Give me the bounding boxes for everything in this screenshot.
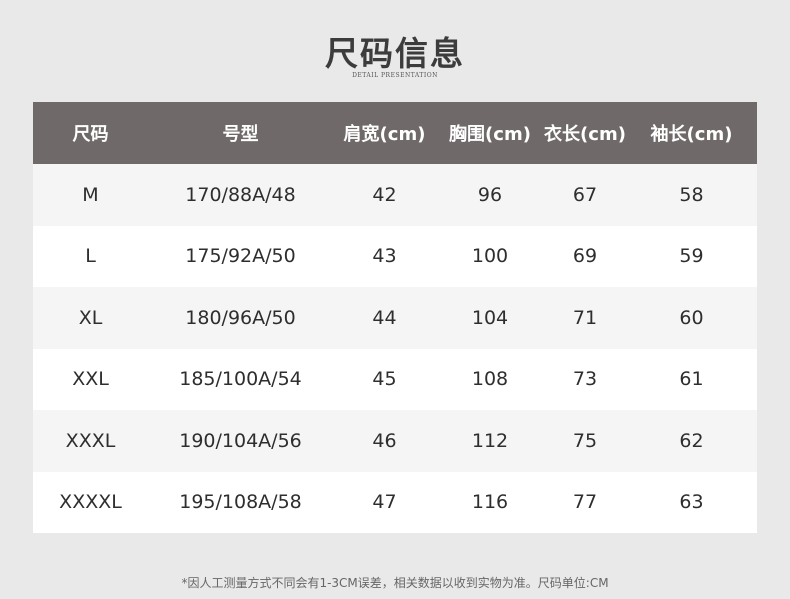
- size-table: 尺码 号型 肩宽(cm) 胸围(cm) 衣长(cm) 袖长(cm) M 170/…: [33, 102, 757, 533]
- cell-model: 185/100A/54: [179, 368, 302, 391]
- cell-model: 175/92A/50: [185, 245, 296, 268]
- cell-length: 77: [572, 491, 598, 514]
- cell-sleeve: 59: [679, 245, 704, 268]
- cell-chest: 104: [471, 306, 509, 329]
- cell-size: XXL: [72, 368, 109, 391]
- cell-shoulder: 44: [372, 306, 397, 329]
- cell-model: 195/108A/58: [179, 491, 302, 514]
- cell-shoulder: 46: [372, 429, 397, 452]
- cell-sleeve: 63: [679, 491, 704, 514]
- cell-length: 71: [572, 306, 598, 329]
- header-sleeve: 袖长(cm): [650, 124, 733, 145]
- table-row: M 170/88A/48 42 96 67 58: [33, 164, 757, 226]
- cell-chest: 116: [471, 491, 509, 514]
- cell-shoulder: 42: [372, 183, 397, 206]
- cell-shoulder: 47: [372, 491, 397, 514]
- cell-length: 73: [572, 368, 598, 391]
- table-row: XXL 185/100A/54 45 108 73 61: [33, 348, 757, 410]
- page-subtitle: DETAIL PRESENTATION: [352, 72, 438, 79]
- cell-chest: 112: [471, 429, 509, 452]
- measurement-note: *因人工测量方式不同会有1-3CM误差，相关数据以收到实物为准。尺码单位:CM: [181, 576, 609, 590]
- cell-chest: 100: [471, 245, 509, 268]
- cell-chest: 96: [477, 183, 503, 206]
- header-model: 号型: [222, 124, 259, 145]
- cell-size: M: [82, 183, 99, 206]
- size-chart-page: 尺码信息 DETAIL PRESENTATION 尺码 号型 肩宽(cm) 胸围…: [0, 0, 790, 599]
- cell-model: 170/88A/48: [185, 183, 296, 206]
- header-chest: 胸围(cm): [449, 124, 531, 145]
- cell-model: 180/96A/50: [185, 306, 296, 329]
- cell-size: XL: [78, 306, 103, 329]
- cell-chest: 108: [471, 368, 509, 391]
- cell-sleeve: 60: [679, 306, 704, 329]
- cell-shoulder: 45: [372, 368, 397, 391]
- cell-length: 67: [572, 183, 598, 206]
- header-length: 衣长(cm): [544, 124, 626, 145]
- cell-shoulder: 43: [372, 245, 397, 268]
- cell-sleeve: 62: [679, 429, 704, 452]
- cell-size: L: [85, 245, 96, 268]
- cell-sleeve: 61: [679, 368, 704, 391]
- cell-sleeve: 58: [679, 183, 704, 206]
- cell-model: 190/104A/56: [179, 429, 302, 452]
- table-row: XXXXL 195/108A/58 47 116 77 63: [33, 471, 757, 533]
- table-row: L 175/92A/50 43 100 69 59: [33, 225, 757, 287]
- cell-length: 69: [572, 245, 598, 268]
- cell-size: XXXL: [65, 429, 116, 452]
- cell-size: XXXXL: [59, 491, 122, 514]
- table-row: XL 180/96A/50 44 104 71 60: [33, 287, 757, 349]
- header-size: 尺码: [72, 124, 109, 145]
- table-header-row: 尺码 号型 肩宽(cm) 胸围(cm) 衣长(cm) 袖长(cm): [33, 102, 757, 164]
- header-shoulder: 肩宽(cm): [343, 124, 426, 145]
- page-title: 尺码信息: [325, 34, 465, 73]
- cell-length: 75: [572, 429, 598, 452]
- table-row: XXXL 190/104A/56 46 112 75 62: [33, 410, 757, 472]
